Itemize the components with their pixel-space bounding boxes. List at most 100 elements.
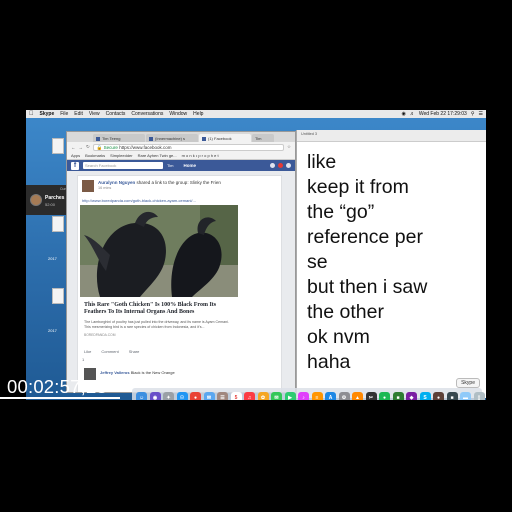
bookmark-bookmarks[interactable]: Bookmarks bbox=[85, 153, 105, 158]
post-headline[interactable]: This Rare "Goth Chicken" Is 100% Black F… bbox=[84, 302, 234, 316]
post-photo[interactable] bbox=[80, 205, 238, 297]
spotify-icon[interactable]: ● bbox=[379, 392, 390, 400]
tab-innermachine[interactable]: (Innermachine) s bbox=[146, 134, 198, 142]
menu-view[interactable]: View bbox=[89, 111, 100, 117]
editor-line[interactable]: se bbox=[307, 250, 427, 275]
menu-edit[interactable]: Edit bbox=[74, 111, 83, 117]
app-icon-4[interactable]: ■ bbox=[446, 392, 458, 400]
bookmark-monk[interactable]: m o n k • p r o p h e t bbox=[182, 153, 219, 158]
apple-icon[interactable]:  bbox=[29, 111, 34, 117]
calendar-icon[interactable]: 5 bbox=[230, 392, 242, 400]
app-icon-2[interactable]: ◆ bbox=[406, 392, 417, 400]
feed-post: Auralynn Nguyen shared a link to the gro… bbox=[77, 175, 282, 392]
bookmark-simpleedder[interactable]: Simpleedder bbox=[110, 153, 132, 158]
wifi-icon[interactable]: ◉ bbox=[401, 111, 405, 117]
itunes-icon[interactable]: ♪ bbox=[298, 392, 309, 400]
desktop-file-icon[interactable] bbox=[52, 138, 64, 154]
post-author[interactable]: Auralynn Nguyen bbox=[98, 180, 135, 185]
trash-icon[interactable]: ▯ bbox=[473, 392, 485, 400]
tab-facebook[interactable]: (1) Facebook bbox=[199, 134, 251, 142]
comment-text: Black is the New Orange bbox=[130, 370, 175, 375]
appstore-icon[interactable]: A bbox=[325, 392, 336, 400]
editor-line[interactable]: reference per bbox=[307, 225, 427, 250]
editor-line[interactable]: keep it from bbox=[307, 175, 427, 200]
tab-label: Tim Teeng bbox=[102, 136, 121, 141]
music-icon[interactable]: ♫ bbox=[244, 392, 255, 400]
search-icon[interactable]: ⚲ bbox=[471, 111, 475, 117]
skype-button[interactable]: Skype bbox=[456, 378, 480, 388]
tab-tim-teeng[interactable]: Tim Teeng bbox=[93, 134, 145, 142]
bookmark-rare[interactable]: Rare Ayhen Twin ge... bbox=[138, 153, 177, 158]
comment-author[interactable]: Jeffrey Valleros bbox=[100, 370, 130, 375]
app-icon[interactable]: ■ bbox=[392, 392, 404, 400]
post-source: BOREDPANDA.COM bbox=[84, 333, 116, 337]
menubar-clock[interactable]: Wed Feb 22 17:29:03 bbox=[419, 111, 467, 117]
volume-icon[interactable]: ♬ bbox=[410, 111, 415, 117]
editor-line[interactable]: ok nvm bbox=[307, 325, 427, 350]
editor-line[interactable]: like bbox=[307, 150, 427, 175]
desktop-file-icon[interactable] bbox=[52, 216, 64, 232]
menu-app-name[interactable]: Skype bbox=[40, 111, 55, 117]
desktop-file-icon[interactable] bbox=[52, 288, 64, 304]
desktop-file-label[interactable]: 2017 bbox=[48, 328, 57, 333]
editor-line[interactable]: haha bbox=[307, 350, 427, 375]
folder-icon[interactable]: ▬ bbox=[460, 392, 471, 400]
launchpad-icon[interactable]: ✦ bbox=[163, 392, 174, 400]
menu-window[interactable]: Window bbox=[169, 111, 187, 117]
tab-tim[interactable]: Tim bbox=[252, 134, 274, 142]
reload-icon[interactable]: ↻ bbox=[86, 144, 90, 150]
like-button[interactable]: Like bbox=[84, 349, 91, 354]
menu-conversations[interactable]: Conversations bbox=[131, 111, 163, 117]
fb-user-link[interactable]: Tim bbox=[167, 163, 174, 168]
vlc-icon[interactable]: ▲ bbox=[352, 392, 363, 400]
messages-icon[interactable]: ✉ bbox=[271, 392, 282, 400]
facebook-logo-icon[interactable]: f bbox=[71, 161, 79, 170]
address-bar: ← → ↻ 🔒 Secure https://www.facebook.com … bbox=[67, 142, 295, 152]
tab-label: Tim bbox=[255, 136, 262, 141]
post-time[interactable]: 16 mins bbox=[98, 186, 111, 190]
comment-button[interactable]: Comment bbox=[101, 349, 118, 354]
desktop: 2017 2017 Current Call Parches 52:00 i ☎… bbox=[26, 118, 486, 400]
finalcut-icon[interactable]: ✂ bbox=[365, 392, 377, 400]
editor-line[interactable]: the other bbox=[307, 300, 427, 325]
siri-icon[interactable]: ◉ bbox=[149, 392, 161, 400]
facebook-search-input[interactable]: Search Facebook bbox=[83, 162, 163, 169]
list-icon[interactable]: ☰ bbox=[479, 111, 483, 117]
editor-text[interactable]: like keep it from the “go” reference per se b… bbox=[307, 150, 427, 375]
contacts-icon[interactable]: ☰ bbox=[217, 392, 228, 400]
preferences-icon[interactable]: ⚙ bbox=[338, 392, 350, 400]
menu-file[interactable]: File bbox=[60, 111, 68, 117]
messages-icon[interactable] bbox=[278, 163, 283, 168]
back-icon[interactable]: ← bbox=[71, 145, 76, 150]
desktop-file-label[interactable]: 2017 bbox=[48, 256, 57, 261]
forward-icon[interactable]: → bbox=[79, 145, 84, 150]
fb-home-link[interactable]: Home bbox=[184, 163, 197, 168]
photos-icon[interactable]: ✿ bbox=[257, 392, 269, 400]
post-link[interactable]: http://www.boredpanda.com/goth-black-chi… bbox=[82, 198, 196, 203]
menu-contacts[interactable]: Contacts bbox=[106, 111, 126, 117]
facetime-icon[interactable]: ▶ bbox=[284, 392, 296, 400]
notifications-icon[interactable] bbox=[286, 163, 291, 168]
friends-icon[interactable] bbox=[270, 163, 275, 168]
editor-line[interactable]: but then i saw bbox=[307, 275, 427, 300]
chrome-icon[interactable]: ● bbox=[190, 392, 201, 400]
mail-icon[interactable]: ✉ bbox=[203, 392, 215, 400]
skype-icon[interactable]: S bbox=[419, 392, 431, 400]
bookmark-apps[interactable]: Apps bbox=[71, 153, 80, 158]
post-actions: Like Comment Share bbox=[84, 349, 139, 354]
url-field[interactable]: 🔒 Secure https://www.facebook.com bbox=[92, 143, 284, 151]
finder-icon[interactable]: ☺ bbox=[136, 392, 147, 400]
reaction-count[interactable]: 1 bbox=[82, 357, 84, 362]
editor-toolbar[interactable]: Untitled 3 bbox=[297, 130, 486, 142]
facebook-icon bbox=[96, 136, 100, 141]
menu-help[interactable]: Help bbox=[193, 111, 203, 117]
share-button[interactable]: Share bbox=[129, 349, 140, 354]
books-icon[interactable]: ≡ bbox=[311, 392, 323, 400]
avatar[interactable] bbox=[82, 180, 94, 192]
editor-line[interactable]: the “go” bbox=[307, 200, 427, 225]
star-icon[interactable]: ☆ bbox=[287, 144, 291, 150]
app-icon-3[interactable]: ● bbox=[433, 392, 444, 400]
safari-icon[interactable]: ☉ bbox=[176, 392, 188, 400]
post-description: The Lamborghini of poultry has just pull… bbox=[84, 320, 229, 329]
video-progress-line bbox=[0, 397, 120, 399]
